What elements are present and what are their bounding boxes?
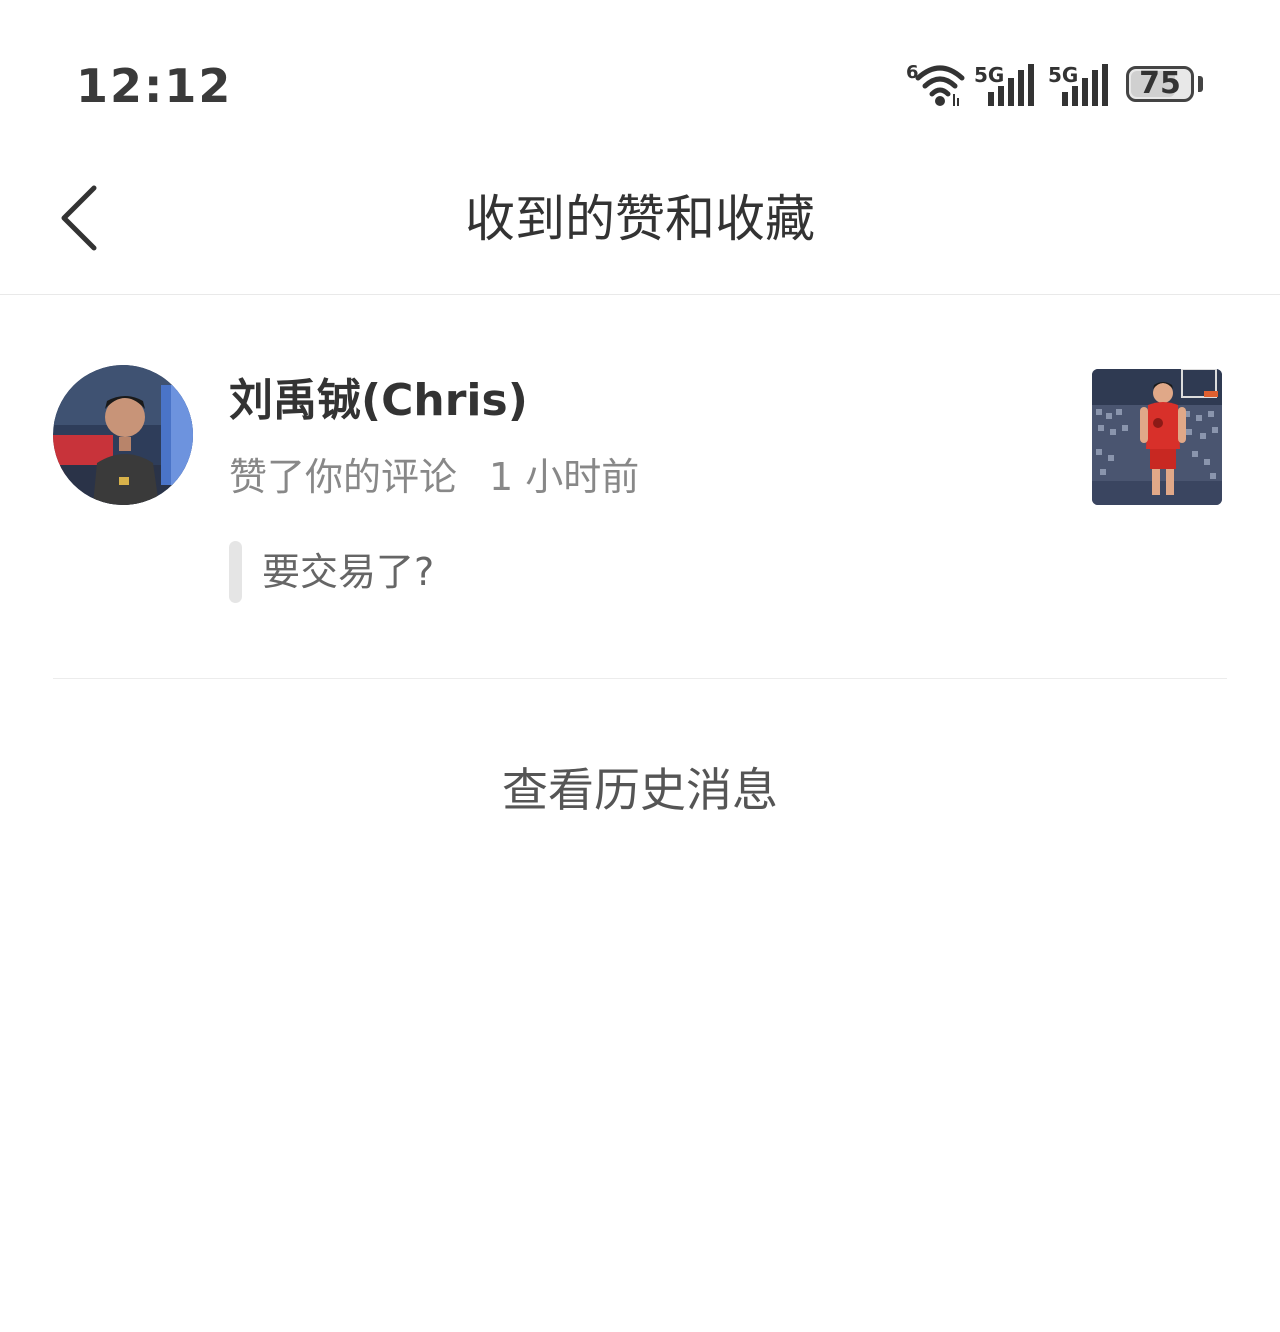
time-ago: 1 小时前 [489, 455, 640, 499]
status-bar: 12:12 6 5G 5G 75 [0, 0, 1280, 150]
divider [53, 678, 1227, 679]
status-time: 12:12 [76, 59, 233, 113]
signal-icon [1062, 64, 1108, 106]
status-icons: 6 5G 5G 75 [900, 60, 1220, 116]
battery-level: 75 [1139, 66, 1181, 101]
list-item[interactable]: 刘禹铖(Chris) 赞了你的评论 1 小时前 要交易了? [0, 295, 1280, 679]
action-text: 赞了你的评论 [229, 455, 458, 499]
post-thumbnail[interactable] [1092, 369, 1222, 505]
view-history-link[interactable]: 查看历史消息 [0, 760, 1280, 820]
battery-tip [1198, 76, 1203, 92]
action-line: 赞了你的评论 1 小时前 [229, 453, 639, 501]
user-name[interactable]: 刘禹铖(Chris) [229, 373, 528, 429]
quote-bar [229, 541, 242, 603]
page-title: 收到的赞和收藏 [465, 190, 815, 248]
quote-text: 要交易了? [262, 550, 435, 594]
nav-bar: 收到的赞和收藏 [0, 150, 1280, 295]
signal-icon [988, 64, 1034, 106]
battery-icon: 75 [1126, 66, 1194, 102]
post-thumbnail-photo [1092, 369, 1222, 505]
wifi-icon [915, 65, 965, 106]
avatar[interactable] [53, 365, 193, 505]
avatar-photo [53, 365, 193, 505]
